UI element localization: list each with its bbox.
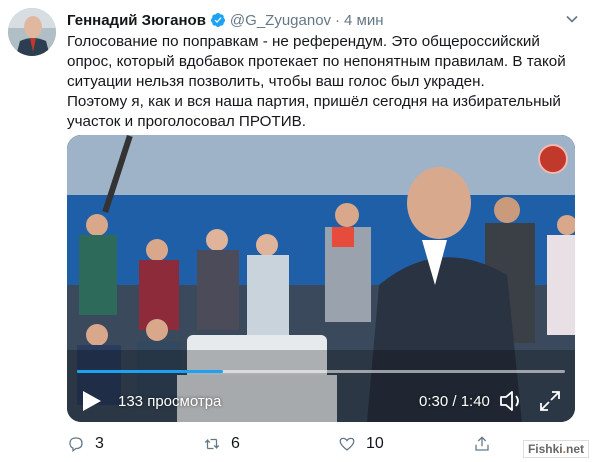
volume-icon[interactable] [499, 390, 523, 412]
like-count: 10 [366, 435, 384, 452]
retweet-count: 6 [231, 435, 240, 452]
watermark-left: Fishki [527, 442, 563, 456]
share-button[interactable] [473, 433, 501, 455]
avatar[interactable] [8, 8, 56, 56]
reply-button[interactable]: 3 [67, 433, 104, 455]
tweet-paragraph: Поэтому я, как и вся наша партия, пришёл… [67, 93, 561, 130]
like-icon [339, 437, 355, 451]
retweet-icon [204, 438, 220, 450]
view-count: 133 просмотра [118, 393, 222, 410]
tweet-time[interactable]: 4 мин [344, 12, 384, 29]
video-timer: 0:30 / 1:40 [419, 393, 490, 410]
tweet-paragraph: Голосование по поправкам - не референдум… [67, 33, 566, 90]
tweet-text: Голосование по поправкам - не референдум… [67, 32, 567, 132]
reply-count: 3 [95, 435, 104, 452]
verified-icon [210, 13, 225, 27]
chevron-down-icon[interactable] [565, 12, 579, 26]
tweet-header: Геннадий Зюганов @G_Zyuganov · 4 мин [67, 10, 582, 30]
reply-icon [69, 437, 83, 453]
video-player[interactable]: 133 просмотра 0:30 / 1:40 [67, 135, 575, 422]
like-button[interactable]: 10 [338, 433, 384, 455]
fullscreen-icon[interactable] [539, 390, 561, 412]
watermark: Fishki.net [522, 440, 589, 458]
video-progress-bar[interactable] [77, 370, 565, 373]
video-progress-fill [77, 370, 224, 373]
watermark-right: net [566, 442, 584, 456]
video-frame [67, 135, 575, 422]
play-icon[interactable] [81, 389, 103, 413]
separator-dot: · [335, 11, 341, 29]
author-handle[interactable]: @G_Zyuganov [230, 12, 331, 29]
channel-logo [538, 144, 568, 174]
retweet-button[interactable]: 6 [203, 433, 240, 455]
author-name[interactable]: Геннадий Зюганов [67, 12, 206, 29]
share-icon [475, 436, 489, 451]
